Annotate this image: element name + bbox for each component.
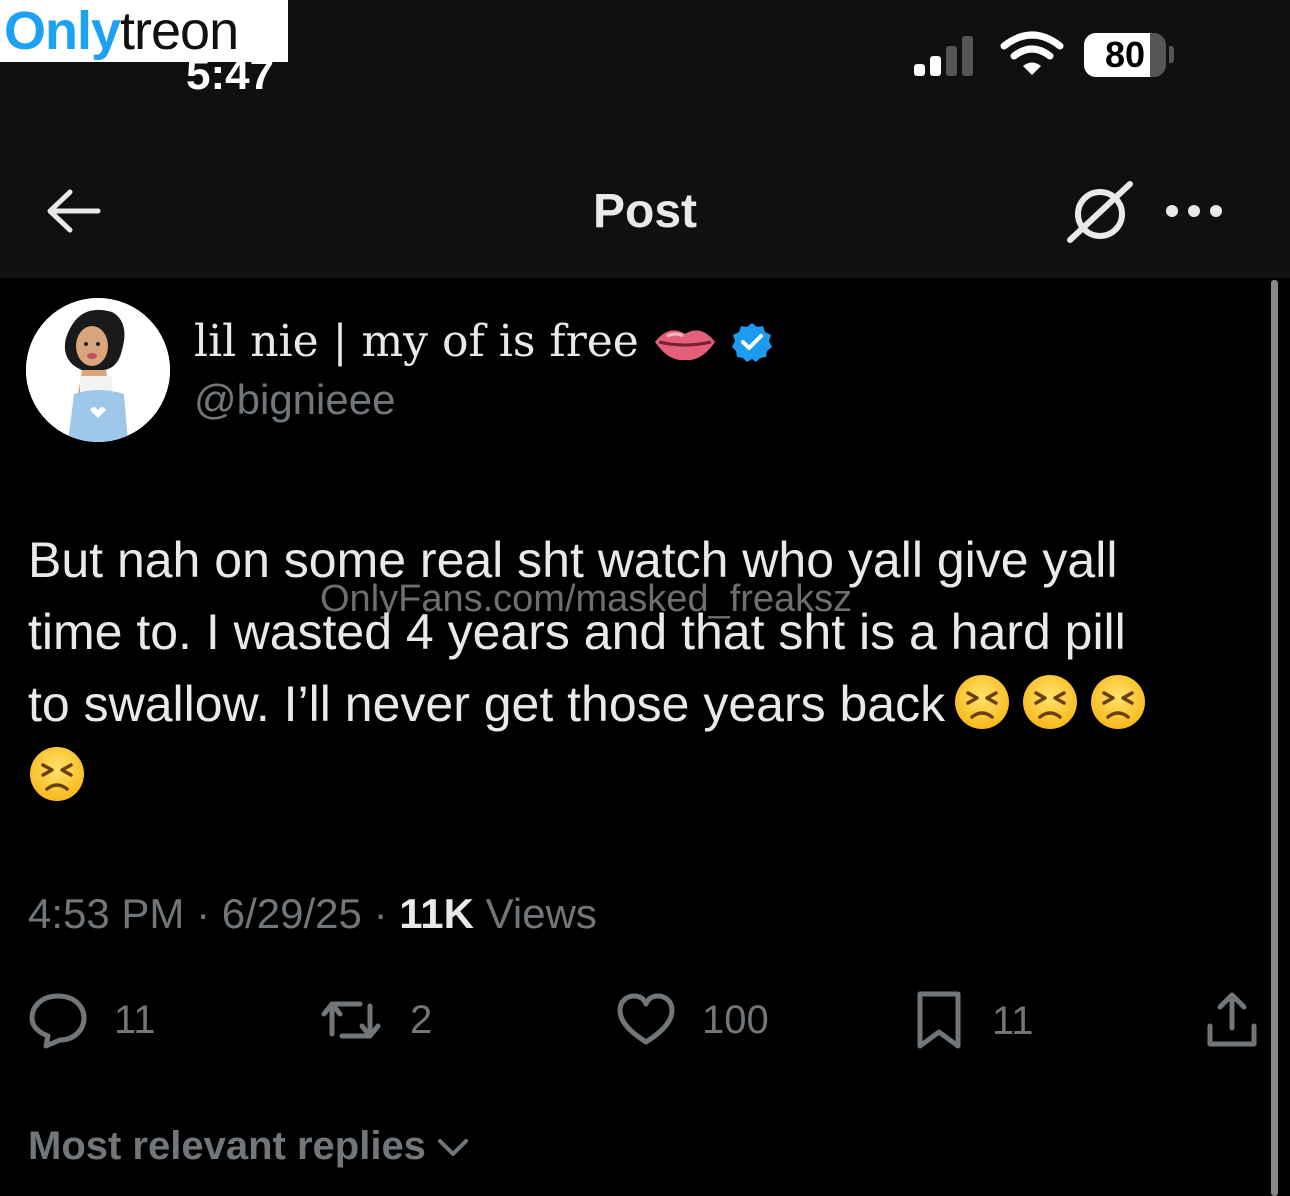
heart-icon [617, 993, 675, 1045]
scrollbar[interactable] [1271, 280, 1278, 1196]
author-handle[interactable]: @bignieee [194, 376, 395, 424]
tweet-line-3-text: to swallow. I’ll never get those years b… [28, 676, 946, 732]
like-count: 100 [702, 997, 769, 1042]
bookmark-icon [917, 991, 961, 1049]
views-label: Views [485, 890, 597, 937]
persevering-face-emoji-icon [1021, 673, 1079, 731]
tweet-time[interactable]: 4:53 PM [28, 890, 184, 937]
more-options-icon[interactable] [1164, 198, 1224, 224]
avatar-illustration [26, 298, 170, 442]
author-display-name[interactable]: lil nie | my of is free [194, 316, 773, 367]
tweet-line-3: to swallow. I’ll never get those years b… [28, 668, 1258, 740]
grok-icon[interactable] [1064, 178, 1136, 244]
avatar[interactable] [26, 298, 170, 442]
tweet-line-4 [28, 740, 1258, 812]
share-icon [1207, 992, 1257, 1047]
verified-badge-icon [731, 322, 772, 362]
persevering-face-emoji-icon [28, 745, 86, 803]
replies-sort-dropdown[interactable]: Most relevant replies [28, 1124, 470, 1169]
tweet-date[interactable]: 6/29/25 [222, 890, 362, 937]
repost-icon [321, 1001, 381, 1039]
repost-count: 2 [410, 997, 433, 1042]
persevering-face-emoji-icon [1089, 673, 1147, 731]
watermark-logo-part-b: treon [120, 1, 239, 61]
wifi-icon [1000, 31, 1064, 75]
bookmark-button[interactable]: 11 [912, 990, 1034, 1052]
meta-separator: · [373, 890, 400, 937]
reply-button[interactable]: 11 [28, 990, 156, 1050]
watermark-overlay-text: OnlyFans.com/masked_freaksz [320, 578, 853, 620]
chevron-down-icon [437, 1138, 468, 1156]
share-button[interactable] [1204, 990, 1260, 1050]
watermark-logo: Only treon [0, 0, 288, 62]
persevering-face-emoji-icon [953, 673, 1011, 731]
tweet-text: But nah on some real sht watch who yall … [28, 524, 1258, 812]
lips-icon [654, 329, 715, 360]
tweet-meta: 4:53 PM · 6/29/25 · 11K Views [28, 890, 597, 938]
watermark-logo-part-a: Only [4, 1, 121, 61]
battery-tip [1169, 46, 1174, 63]
reply-icon [29, 993, 87, 1049]
reply-count: 11 [114, 997, 156, 1042]
battery-percent: 80 [1104, 34, 1146, 75]
bookmark-count: 11 [992, 998, 1034, 1043]
battery-icon: 80 [1084, 33, 1166, 77]
views-count[interactable]: 11K [399, 890, 474, 937]
replies-sort-label: Most relevant replies [28, 1124, 426, 1168]
meta-separator: · [196, 890, 222, 937]
top-nav-bar: Post [0, 120, 1290, 278]
like-button[interactable]: 100 [616, 990, 769, 1050]
repost-button[interactable]: 2 [318, 990, 432, 1050]
cellular-signal-icon [914, 36, 980, 76]
author-name-text: lil nie | my of is free [194, 316, 639, 367]
